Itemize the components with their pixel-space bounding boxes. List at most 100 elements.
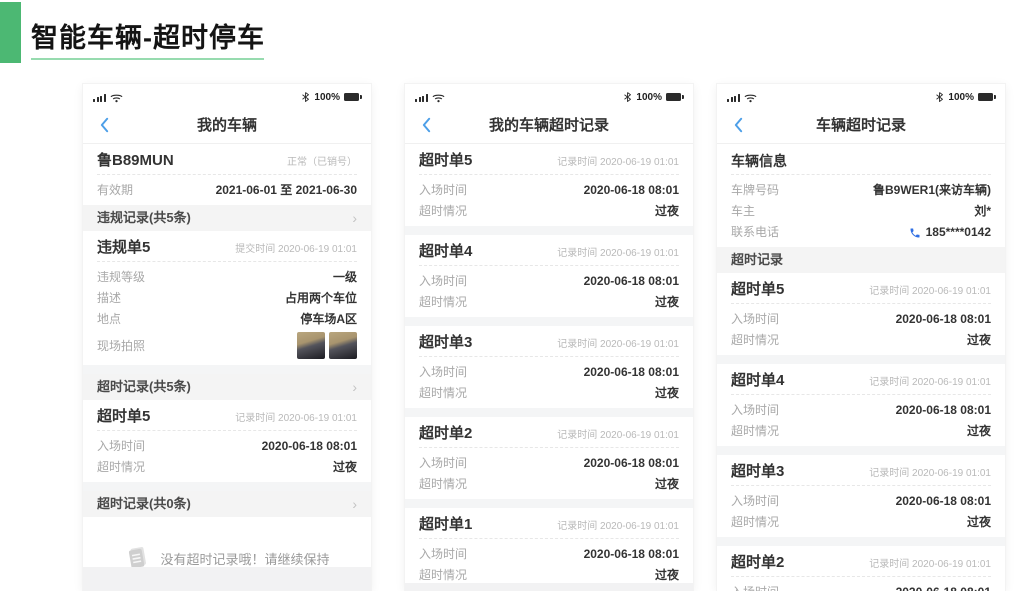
wifi-icon [432,93,445,103]
status-bar: 100% [83,84,371,106]
divider [97,261,357,262]
field-label: 入场时间 [731,584,779,591]
entry-time-row: 入场时间 2020-06-18 08:01 [405,362,693,383]
nav-title: 我的车辆 [197,114,257,135]
field-value: 刘* [974,203,991,220]
battery-percent: 100% [948,92,974,103]
field-label: 超时情况 [731,423,779,440]
card-gap [405,408,693,417]
bottom-section-band [83,567,371,591]
card-record-time: 记录时间 2020-06-19 01:01 [869,464,991,479]
screen-vehicle-overtime-records: 100% 车辆超时记录 车辆信息 车牌号码 鲁B9WER1(来访车辆) 车主 刘… [717,84,1005,591]
wifi-icon [744,93,757,103]
owner-row: 车主 刘* [717,201,1005,222]
card-title: 超时单3 [419,334,472,352]
card-record-time: 记录时间 2020-06-19 01:01 [869,282,991,297]
back-button[interactable] [727,114,749,136]
plate-status-badge: 正常（已销号） [287,153,357,168]
field-value: 2020-06-18 08:01 [896,311,991,328]
signal-icon [93,94,106,102]
overtime-status-row: 超时情况 过夜 [405,292,693,317]
battery-icon [666,93,681,101]
chevron-left-icon [421,117,432,133]
field-label: 超时情况 [731,514,779,531]
overtime-card: 超时单5 记录时间 2020-06-19 01:01 入场时间 2020-06-… [717,273,1005,355]
overtime-card: 超时单4 记录时间 2020-06-19 01:01 入场时间 2020-06-… [405,235,693,317]
contact-row[interactable]: 联系电话 185****0142 [717,222,1005,247]
entry-time-row: 入场时间 2020-06-18 08:01 [717,309,1005,330]
entry-time-row: 入场时间 2020-06-18 08:01 [405,271,693,292]
plate-number-row: 车牌号码 鲁B9WER1(来访车辆) [717,180,1005,201]
field-value: 占用两个车位 [285,290,357,307]
card-title: 超时单5 [731,281,784,299]
status-bar: 100% [717,84,1005,106]
card-title: 违规单5 [97,239,150,257]
scene-photo-thumbnail[interactable] [329,332,357,359]
card-title: 超时单3 [731,463,784,481]
field-label: 入场时间 [731,311,779,328]
divider [731,174,991,175]
card-title: 超时单4 [731,372,784,390]
overtime-status-row: 超时情况 过夜 [405,201,693,226]
overtime-card: 超时单3 记录时间 2020-06-19 01:01 入场时间 2020-06-… [717,455,1005,537]
back-button[interactable] [93,114,115,136]
overtime-status-row: 超时情况 过夜 [83,457,371,482]
overtime-card: 超时单2 记录时间 2020-06-19 01:01 入场时间 2020-06-… [405,417,693,499]
field-value: 2020-06-18 08:01 [896,493,991,510]
violation-section-header[interactable]: 违规记录(共5条) › [83,205,371,231]
bluetooth-icon [623,91,632,103]
status-bar: 100% [405,84,693,106]
field-label: 入场时间 [731,402,779,419]
overtime-status-row: 超时情况 过夜 [717,421,1005,446]
card-gap [717,537,1005,546]
field-value: 停车场A区 [300,311,357,328]
plate-row: 鲁B89MUN 正常（已销号） [83,144,371,174]
phone-icon[interactable] [909,227,921,239]
violation-card: 违规单5 提交时间 2020-06-19 01:01 违规等级 一级 描述 占用… [83,231,371,365]
card-submit-time: 提交时间 2020-06-19 01:01 [235,240,357,255]
field-value: 过夜 [967,514,991,531]
divider [419,265,679,266]
empty-overtime-section-header[interactable]: 超时记录(共0条) › [83,491,371,517]
divider [419,538,679,539]
scene-photo-thumbnail[interactable] [297,332,325,359]
bluetooth-icon [301,91,310,103]
nav-bar: 车辆超时记录 [717,106,1005,144]
field-label: 地点 [97,311,121,328]
field-value: 过夜 [655,294,679,311]
back-button[interactable] [415,114,437,136]
field-value: 2020-06-18 08:01 [584,546,679,563]
nav-title: 车辆超时记录 [816,114,906,135]
card-record-time: 记录时间 2020-06-19 01:01 [557,426,679,441]
field-value: 过夜 [333,459,357,476]
divider [731,576,991,577]
field-value: 过夜 [655,385,679,402]
field-label: 入场时间 [419,546,467,563]
contact-phone-number[interactable]: 185****0142 [926,224,991,241]
overtime-section-header[interactable]: 超时记录(共5条) › [83,374,371,400]
signal-icon [415,94,428,102]
nav-bar: 我的车辆超时记录 [405,106,693,144]
field-label: 入场时间 [419,364,467,381]
field-label: 入场时间 [97,438,145,455]
field-label: 入场时间 [419,182,467,199]
card-title: 超时单1 [419,516,472,534]
field-value: 过夜 [655,567,679,584]
empty-overtime-section-label: 超时记录(共0条) [97,496,191,512]
field-value: 2020-06-18 08:01 [584,273,679,290]
screen-my-overtime-records: 100% 我的车辆超时记录 超时单5 记录时间 2020-06-19 01:01… [405,84,693,591]
vehicle-info-title: 车辆信息 [731,152,787,170]
location-row: 地点 停车场A区 [83,309,371,330]
card-gap [405,226,693,235]
card-record-time: 记录时间 2020-06-19 01:01 [557,517,679,532]
chevron-right-icon: › [352,380,357,394]
field-value: 2020-06-18 08:01 [584,455,679,472]
card-gap [717,355,1005,364]
overtime-section-header: 超时记录 [717,247,1005,273]
field-value: 2020-06-18 08:01 [896,584,991,591]
card-record-time: 记录时间 2020-06-19 01:01 [235,409,357,424]
validity-label: 有效期 [97,182,133,199]
battery-icon [344,93,359,101]
field-value: 过夜 [655,203,679,220]
field-label: 入场时间 [419,455,467,472]
